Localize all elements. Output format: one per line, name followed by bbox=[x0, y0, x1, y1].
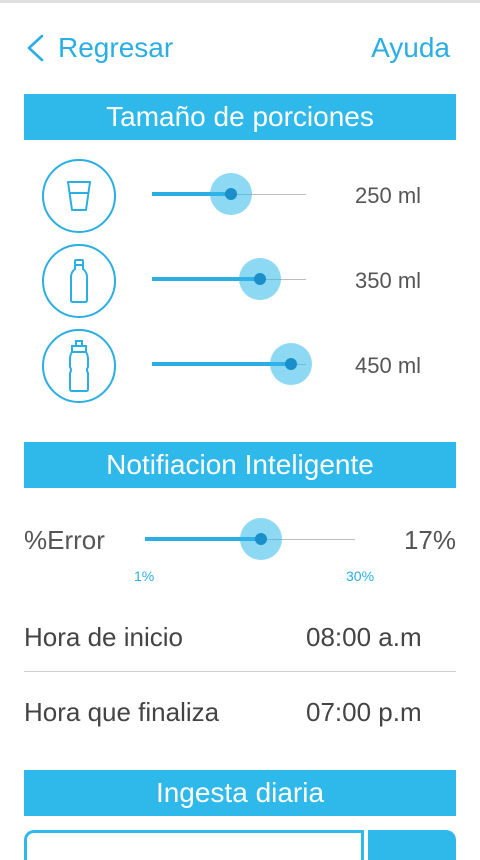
help-button[interactable]: Ayuda bbox=[371, 28, 450, 68]
back-button[interactable]: Regresar bbox=[24, 28, 173, 68]
error-label: %Error bbox=[24, 525, 105, 555]
bottle-volume: 350 ml bbox=[355, 268, 422, 293]
bottle-icon bbox=[70, 259, 88, 303]
daily-intake-section-title: Ingesta diaria bbox=[155, 777, 325, 808]
portions-section-title: Tamaño de porciones bbox=[106, 101, 374, 132]
slider-thumb[interactable] bbox=[224, 188, 237, 200]
error-max-label: 30% bbox=[346, 568, 375, 584]
slider-thumb[interactable] bbox=[254, 533, 267, 545]
sport-bottle-button[interactable] bbox=[42, 329, 116, 403]
slider-thumb[interactable] bbox=[284, 358, 297, 370]
chevron-left-icon bbox=[27, 34, 44, 62]
back-label: Regresar bbox=[58, 32, 174, 63]
error-min-label: 1% bbox=[134, 568, 155, 584]
status-strip bbox=[0, 0, 480, 3]
sport-bottle-size-slider[interactable] bbox=[152, 343, 312, 385]
sport-bottle-icon bbox=[69, 340, 89, 392]
bottle-button[interactable] bbox=[42, 244, 116, 318]
glass-button[interactable] bbox=[42, 159, 116, 233]
glass-size-slider[interactable] bbox=[152, 173, 306, 215]
end-time-label: Hora que finaliza bbox=[24, 697, 220, 727]
slider-thumb[interactable] bbox=[253, 273, 266, 285]
bottle-size-slider[interactable] bbox=[152, 258, 306, 300]
error-slider[interactable] bbox=[145, 518, 355, 560]
error-value: 17% bbox=[403, 525, 456, 555]
notification-section-title: Notifiacion Inteligente bbox=[106, 449, 374, 480]
start-time-label: Hora de inicio bbox=[24, 622, 183, 652]
glass-icon bbox=[67, 181, 91, 211]
notification-section-header: Notifiacion Inteligente bbox=[24, 442, 456, 488]
sport-bottle-volume: 450 ml bbox=[355, 353, 422, 378]
end-time-value[interactable]: 07:00 p.m bbox=[306, 697, 422, 728]
glass-volume: 250 ml bbox=[355, 183, 422, 208]
daily-intake-tab-right[interactable] bbox=[368, 830, 456, 860]
portions-section-header: Tamaño de porciones bbox=[24, 94, 456, 140]
divider bbox=[24, 671, 456, 672]
start-time-value[interactable]: 08:00 a.m bbox=[306, 622, 422, 653]
daily-intake-section-header: Ingesta diaria bbox=[24, 770, 456, 816]
daily-intake-tab-left[interactable] bbox=[24, 830, 364, 860]
